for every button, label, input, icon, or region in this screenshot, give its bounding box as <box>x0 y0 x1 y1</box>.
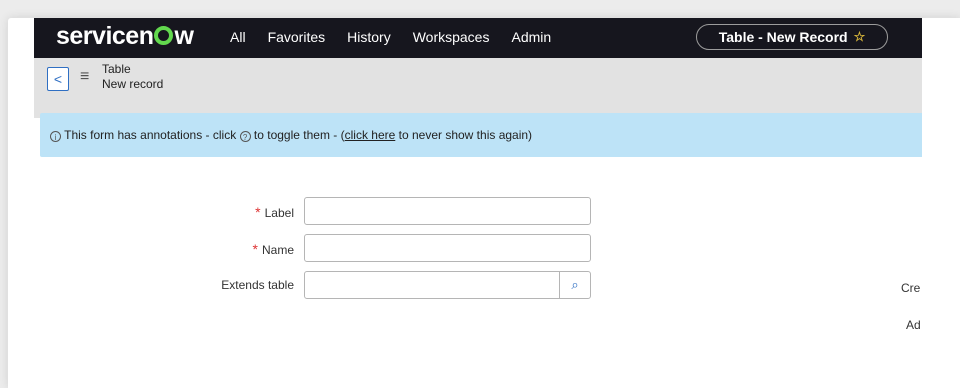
nav-all[interactable]: All <box>230 29 246 45</box>
nav-admin[interactable]: Admin <box>511 29 551 45</box>
servicenow-logo[interactable]: servicen w <box>56 22 194 51</box>
add-field-label-partial: Ad <box>906 318 921 332</box>
label-text: Label <box>264 206 294 220</box>
hamburger-menu-icon[interactable]: ≡ <box>80 68 89 86</box>
main-nav: All Favorites History Workspaces Admin <box>230 29 573 45</box>
required-asterisk-icon: * <box>252 241 258 257</box>
help-toggle-icon[interactable]: ? <box>239 131 251 142</box>
logo-text-start: servicen <box>56 22 154 50</box>
form-record-subtitle: New record <box>102 77 164 91</box>
form-table-title: Table <box>102 62 131 76</box>
nav-workspaces[interactable]: Workspaces <box>413 29 490 45</box>
extends-table-field-label: Extends table <box>221 278 294 292</box>
name-input[interactable] <box>304 234 591 262</box>
label-field-label: * Label <box>134 204 294 220</box>
annotation-info-bar: i This form has annotations - click ? to… <box>40 113 922 157</box>
info-text-c: to never show this again) <box>398 128 533 142</box>
logo-text-end: w <box>174 22 194 50</box>
back-button[interactable]: < <box>47 67 69 91</box>
nav-history[interactable]: History <box>347 29 391 45</box>
top-navigation-bar: servicen w All Favorites History Workspaces A… <box>34 18 922 58</box>
create-field-label-partial: Cre <box>901 281 921 295</box>
required-asterisk-icon: * <box>255 204 261 220</box>
form-header: < ≡ Table New record <box>34 58 922 118</box>
nav-favorites[interactable]: Favorites <box>268 29 326 45</box>
never-show-link[interactable]: click here <box>345 128 396 142</box>
info-icon: i <box>50 131 61 142</box>
name-text: Name <box>261 243 294 257</box>
extends-table-input[interactable]: ⌕ <box>304 271 591 299</box>
info-text-b: to toggle them - ( <box>253 128 345 142</box>
search-icon[interactable]: ⌕ <box>559 272 590 298</box>
star-icon[interactable]: ☆ <box>854 29 866 45</box>
current-record-pill[interactable]: Table - New Record ☆ <box>696 24 888 50</box>
name-field-label: * Name <box>134 241 294 257</box>
info-text-a: This form has annotations - click <box>64 128 237 142</box>
chevron-left-icon: < <box>53 71 63 87</box>
label-input[interactable] <box>304 197 591 225</box>
logo-o-icon <box>154 26 174 45</box>
record-title: Table - New Record <box>718 29 848 45</box>
